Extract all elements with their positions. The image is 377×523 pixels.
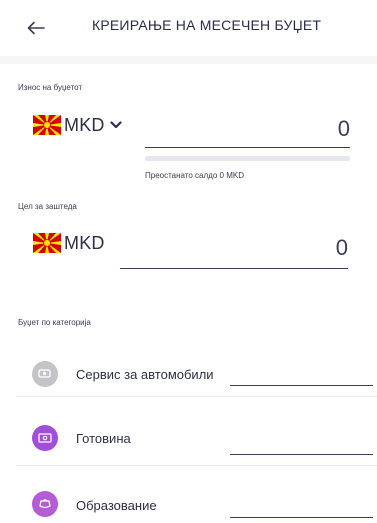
category-label: Образование xyxy=(76,498,157,513)
savings-goal-underline xyxy=(120,268,348,269)
savings-currency: MKD xyxy=(33,230,105,256)
header-divider xyxy=(0,56,377,64)
list-item-education[interactable]: Образование xyxy=(0,474,377,523)
currency-selector[interactable]: MKD xyxy=(33,112,122,138)
category-amount-input[interactable] xyxy=(230,385,373,386)
budget-amount-underline xyxy=(145,147,350,148)
app-header: КРЕИРАЊЕ НА МЕСЕЧЕН БУЏЕТ xyxy=(0,0,377,56)
list-item-car-service[interactable]: Сервис за автомобили xyxy=(0,345,377,407)
education-icon xyxy=(32,491,58,517)
savings-goal-input[interactable]: 0 xyxy=(248,235,348,261)
macedonia-flag-icon xyxy=(33,115,61,135)
cash-icon xyxy=(32,425,58,451)
list-divider xyxy=(16,396,377,397)
categories-section-label: Буџет по категорија xyxy=(18,318,91,327)
currency-code: MKD xyxy=(64,232,105,253)
budget-amount-label: Износ на буџетот xyxy=(18,83,83,92)
budget-amount-input[interactable]: 0 xyxy=(250,116,350,142)
chevron-down-icon xyxy=(110,121,122,129)
car-service-icon xyxy=(32,361,58,387)
category-label: Готовина xyxy=(76,431,131,446)
back-button[interactable] xyxy=(22,14,50,42)
page-title: КРЕИРАЊЕ НА МЕСЕЧЕН БУЏЕТ xyxy=(92,17,322,33)
category-label: Сервис за автомобили xyxy=(76,367,214,382)
list-item-cash[interactable]: Готовина xyxy=(0,410,377,472)
currency-code: MKD xyxy=(64,114,105,135)
savings-goal-label: Цел за заштеда xyxy=(18,202,77,211)
category-amount-input[interactable] xyxy=(230,517,373,518)
list-divider xyxy=(16,465,377,466)
back-arrow-icon xyxy=(27,21,45,35)
remaining-balance-bar xyxy=(145,156,350,161)
remaining-balance-text: Преостанато салдо 0 MKD xyxy=(145,171,244,180)
macedonia-flag-icon xyxy=(33,233,61,253)
category-amount-input[interactable] xyxy=(230,454,373,455)
